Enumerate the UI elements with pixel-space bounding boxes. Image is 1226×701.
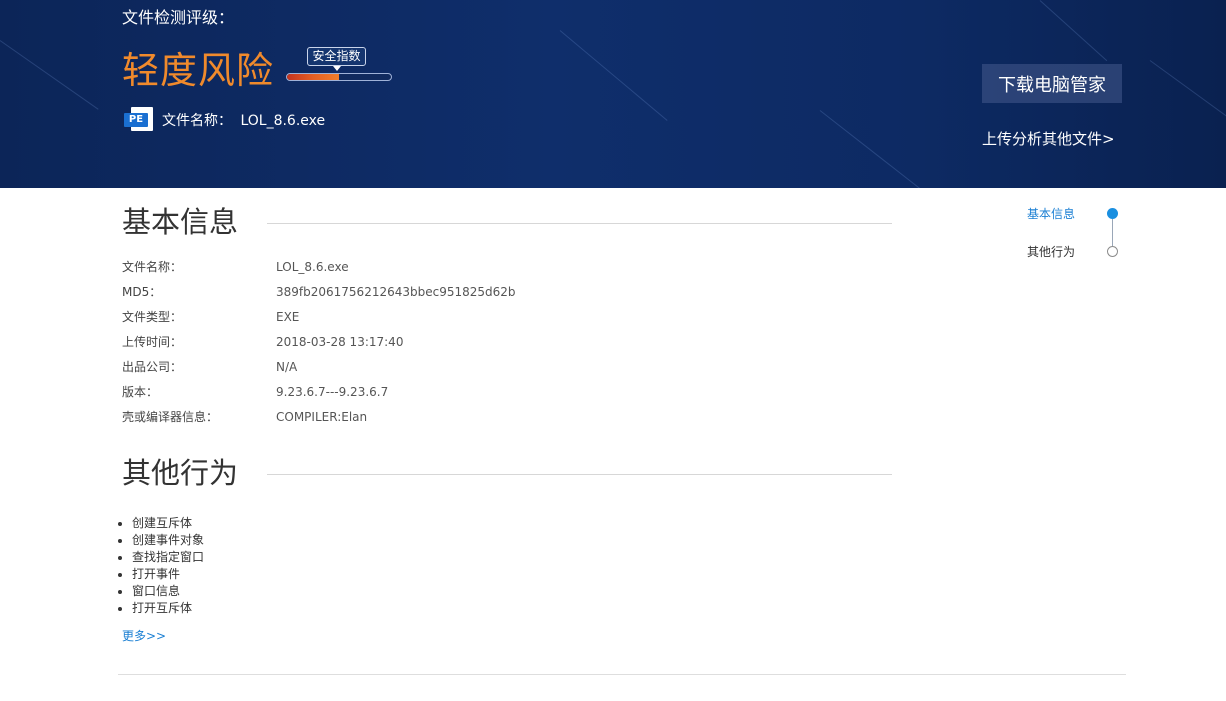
- banner-decoration: [0, 40, 99, 110]
- side-nav-connector: [1112, 219, 1113, 246]
- info-value: 2018-03-28 13:17:40: [276, 335, 404, 349]
- info-value: 389fb2061756212643bbec951825d62b: [276, 285, 516, 299]
- info-key: MD5：: [122, 285, 162, 299]
- banner-decoration: [819, 110, 947, 188]
- section-title-basic-info: 基本信息: [122, 205, 239, 239]
- risk-level: 轻度风险: [122, 49, 274, 92]
- side-nav-dot: [1107, 246, 1118, 257]
- info-key: 文件类型：: [122, 310, 183, 324]
- info-key: 出品公司：: [122, 360, 183, 374]
- file-name-value: LOL_8.6.exe: [240, 113, 326, 129]
- side-nav-basic-info[interactable]: 基本信息: [1027, 205, 1075, 222]
- info-key: 文件名称：: [122, 260, 183, 274]
- side-nav-active-dot: [1107, 208, 1118, 219]
- list-item: 打开互斥体: [132, 600, 204, 617]
- list-item: 打开事件: [132, 566, 204, 583]
- list-item: 窗口信息: [132, 583, 204, 600]
- banner-decoration: [1039, 0, 1108, 62]
- list-item: 查找指定窗口: [132, 549, 204, 566]
- info-value: LOL_8.6.exe: [276, 260, 349, 274]
- list-item: 创建事件对象: [132, 532, 204, 549]
- rating-label: 文件检测评级：: [122, 8, 235, 27]
- section-divider: [267, 474, 892, 475]
- download-pc-manager-button[interactable]: 下载电脑管家: [982, 64, 1122, 103]
- info-key: 版本：: [122, 385, 159, 399]
- header-banner: 文件检测评级： 轻度风险 安全指数 PE 文件名称： LOL_8.6.exe 下…: [0, 0, 1226, 188]
- bottom-divider: [118, 674, 1126, 675]
- info-value: EXE: [276, 310, 300, 324]
- file-type-badge: PE: [124, 113, 148, 127]
- banner-decoration: [1149, 60, 1226, 126]
- safety-index-tooltip: 安全指数: [307, 47, 366, 71]
- info-value: N/A: [276, 360, 298, 374]
- file-name-line: 文件名称： LOL_8.6.exe: [162, 110, 329, 130]
- banner-decoration: [559, 30, 668, 121]
- side-nav-other-behavior[interactable]: 其他行为: [1027, 243, 1075, 260]
- safety-index-fill: [287, 74, 339, 80]
- file-name-label: 文件名称：: [162, 113, 232, 129]
- info-key: 壳或编译器信息：: [122, 410, 219, 424]
- info-value: 9.23.6.7---9.23.6.7: [276, 385, 389, 399]
- pe-file-icon: PE: [124, 107, 157, 131]
- safety-index-bar: [286, 73, 392, 81]
- list-item: 创建互斥体: [132, 515, 204, 532]
- info-value: COMPILER:Elan: [276, 410, 368, 424]
- more-behavior-link[interactable]: 更多>>: [122, 627, 166, 644]
- info-key: 上传时间：: [122, 335, 183, 349]
- upload-other-file-link[interactable]: 上传分析其他文件>: [982, 128, 1115, 149]
- behavior-list: 创建互斥体创建事件对象查找指定窗口打开事件窗口信息打开互斥体: [132, 515, 204, 617]
- section-divider: [267, 223, 892, 224]
- section-title-other-behavior: 其他行为: [122, 456, 239, 490]
